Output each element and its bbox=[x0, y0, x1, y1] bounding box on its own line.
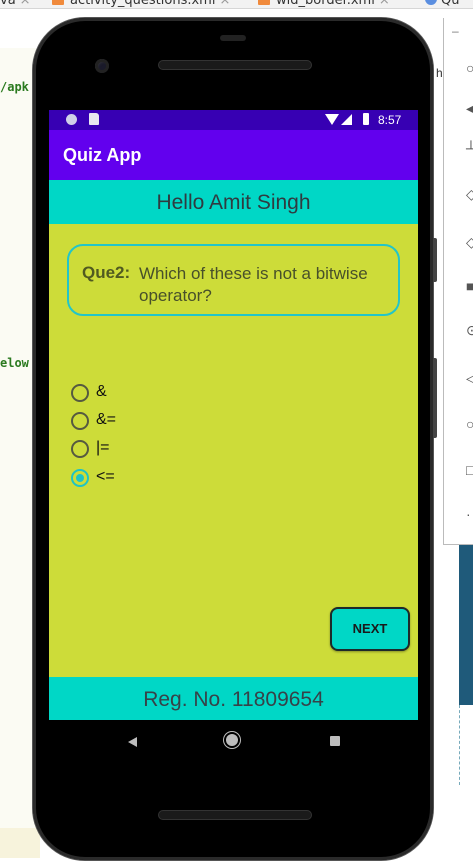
radio-button[interactable] bbox=[71, 384, 89, 402]
back-icon[interactable]: ◁ bbox=[466, 371, 473, 385]
ide-tab-label: va bbox=[0, 0, 16, 8]
code-snippet: elow bbox=[0, 356, 29, 370]
status-time: 8:57 bbox=[378, 113, 402, 127]
editor-bottom-strip bbox=[0, 828, 40, 858]
power-side-button[interactable] bbox=[433, 238, 437, 282]
side-text: h bbox=[436, 66, 443, 80]
radio-button[interactable] bbox=[71, 440, 89, 458]
device-frame: 8:57 Quiz App Hello Amit Singh Que2: Whi… bbox=[33, 18, 437, 860]
wifi-icon bbox=[325, 114, 339, 125]
ide-tab[interactable]: activity_questions.xml × bbox=[52, 0, 230, 8]
radio-button-selected[interactable] bbox=[71, 469, 89, 487]
question-number: Que2: bbox=[82, 263, 131, 282]
navigation-bar bbox=[49, 720, 418, 764]
signal-icon bbox=[341, 114, 352, 125]
notification-icon bbox=[66, 114, 77, 125]
greeting-text: Hello Amit Singh bbox=[156, 191, 311, 214]
ide-tab[interactable]: Qu bbox=[425, 0, 460, 8]
question-card: Que2: Which of these is not a bitwise op… bbox=[67, 244, 400, 316]
next-button[interactable]: NEXT bbox=[330, 607, 410, 651]
sd-card-icon bbox=[89, 113, 99, 125]
radio-button[interactable] bbox=[71, 412, 89, 430]
earpiece bbox=[220, 35, 246, 41]
editor-gutter bbox=[0, 48, 36, 828]
registration-number: Reg. No. 11809654 bbox=[143, 688, 324, 711]
ide-tab-bar: va × activity_questions.xml × wid_border.x… bbox=[0, 0, 473, 9]
home-icon[interactable]: ○ bbox=[466, 417, 473, 431]
blueprint-preview bbox=[459, 545, 473, 705]
option-label: &= bbox=[96, 411, 117, 428]
greeting-banner: Hello Amit Singh bbox=[49, 180, 418, 224]
blueprint-outline bbox=[459, 705, 473, 785]
option-label: <= bbox=[96, 468, 115, 485]
rotate-left-icon[interactable]: ◇ bbox=[466, 187, 473, 201]
bottom-speaker bbox=[158, 810, 312, 820]
registration-banner: Reg. No. 11809654 bbox=[49, 677, 418, 720]
overview-icon[interactable]: □ bbox=[466, 463, 473, 477]
xml-file-icon bbox=[52, 0, 64, 5]
emulator-toolbar: – h ○ ◀ ┴ ◇ ◇ ■ ⊙ ◁ ○ □ · bbox=[436, 18, 473, 545]
ide-tab[interactable]: wid_border.xml × bbox=[258, 0, 390, 8]
close-icon[interactable]: × bbox=[379, 0, 390, 8]
status-bar: 8:57 bbox=[49, 110, 418, 130]
ide-tab-label: activity_questions.xml bbox=[70, 0, 216, 8]
option-label: |= bbox=[96, 439, 110, 456]
xml-file-icon bbox=[258, 0, 270, 5]
close-icon[interactable]: × bbox=[20, 0, 31, 8]
battery-icon bbox=[363, 113, 369, 125]
app-title: Quiz App bbox=[63, 145, 142, 165]
recent-apps-icon[interactable] bbox=[330, 736, 340, 746]
ide-tab[interactable]: va × bbox=[0, 0, 31, 8]
ide-tab-label: Qu bbox=[441, 0, 460, 8]
minimize-icon[interactable]: – bbox=[452, 24, 459, 38]
rotate-right-icon[interactable]: ◇ bbox=[466, 235, 473, 249]
ide-tab-label: wid_border.xml bbox=[276, 0, 375, 8]
question-text: Which of these is not a bitwise operator… bbox=[139, 264, 368, 305]
volume-up-icon[interactable]: ◀ bbox=[466, 101, 473, 115]
more-icon[interactable]: · bbox=[466, 507, 473, 521]
home-icon[interactable] bbox=[226, 734, 238, 746]
class-icon bbox=[425, 0, 437, 5]
volume-down-icon[interactable]: ┴ bbox=[466, 141, 473, 155]
top-speaker bbox=[158, 60, 312, 70]
zoom-icon[interactable]: ⊙ bbox=[466, 323, 473, 337]
back-icon[interactable] bbox=[128, 737, 137, 747]
front-camera-icon bbox=[95, 59, 109, 73]
option-label: & bbox=[96, 383, 107, 400]
power-icon[interactable]: ○ bbox=[466, 61, 473, 75]
close-icon[interactable]: × bbox=[219, 0, 230, 8]
code-snippet: /apk bbox=[0, 80, 29, 94]
volume-side-button[interactable] bbox=[433, 358, 437, 438]
device-screen: 8:57 Quiz App Hello Amit Singh Que2: Whi… bbox=[49, 110, 418, 720]
app-bar: Quiz App bbox=[49, 130, 418, 180]
camera-icon[interactable]: ■ bbox=[466, 279, 473, 293]
